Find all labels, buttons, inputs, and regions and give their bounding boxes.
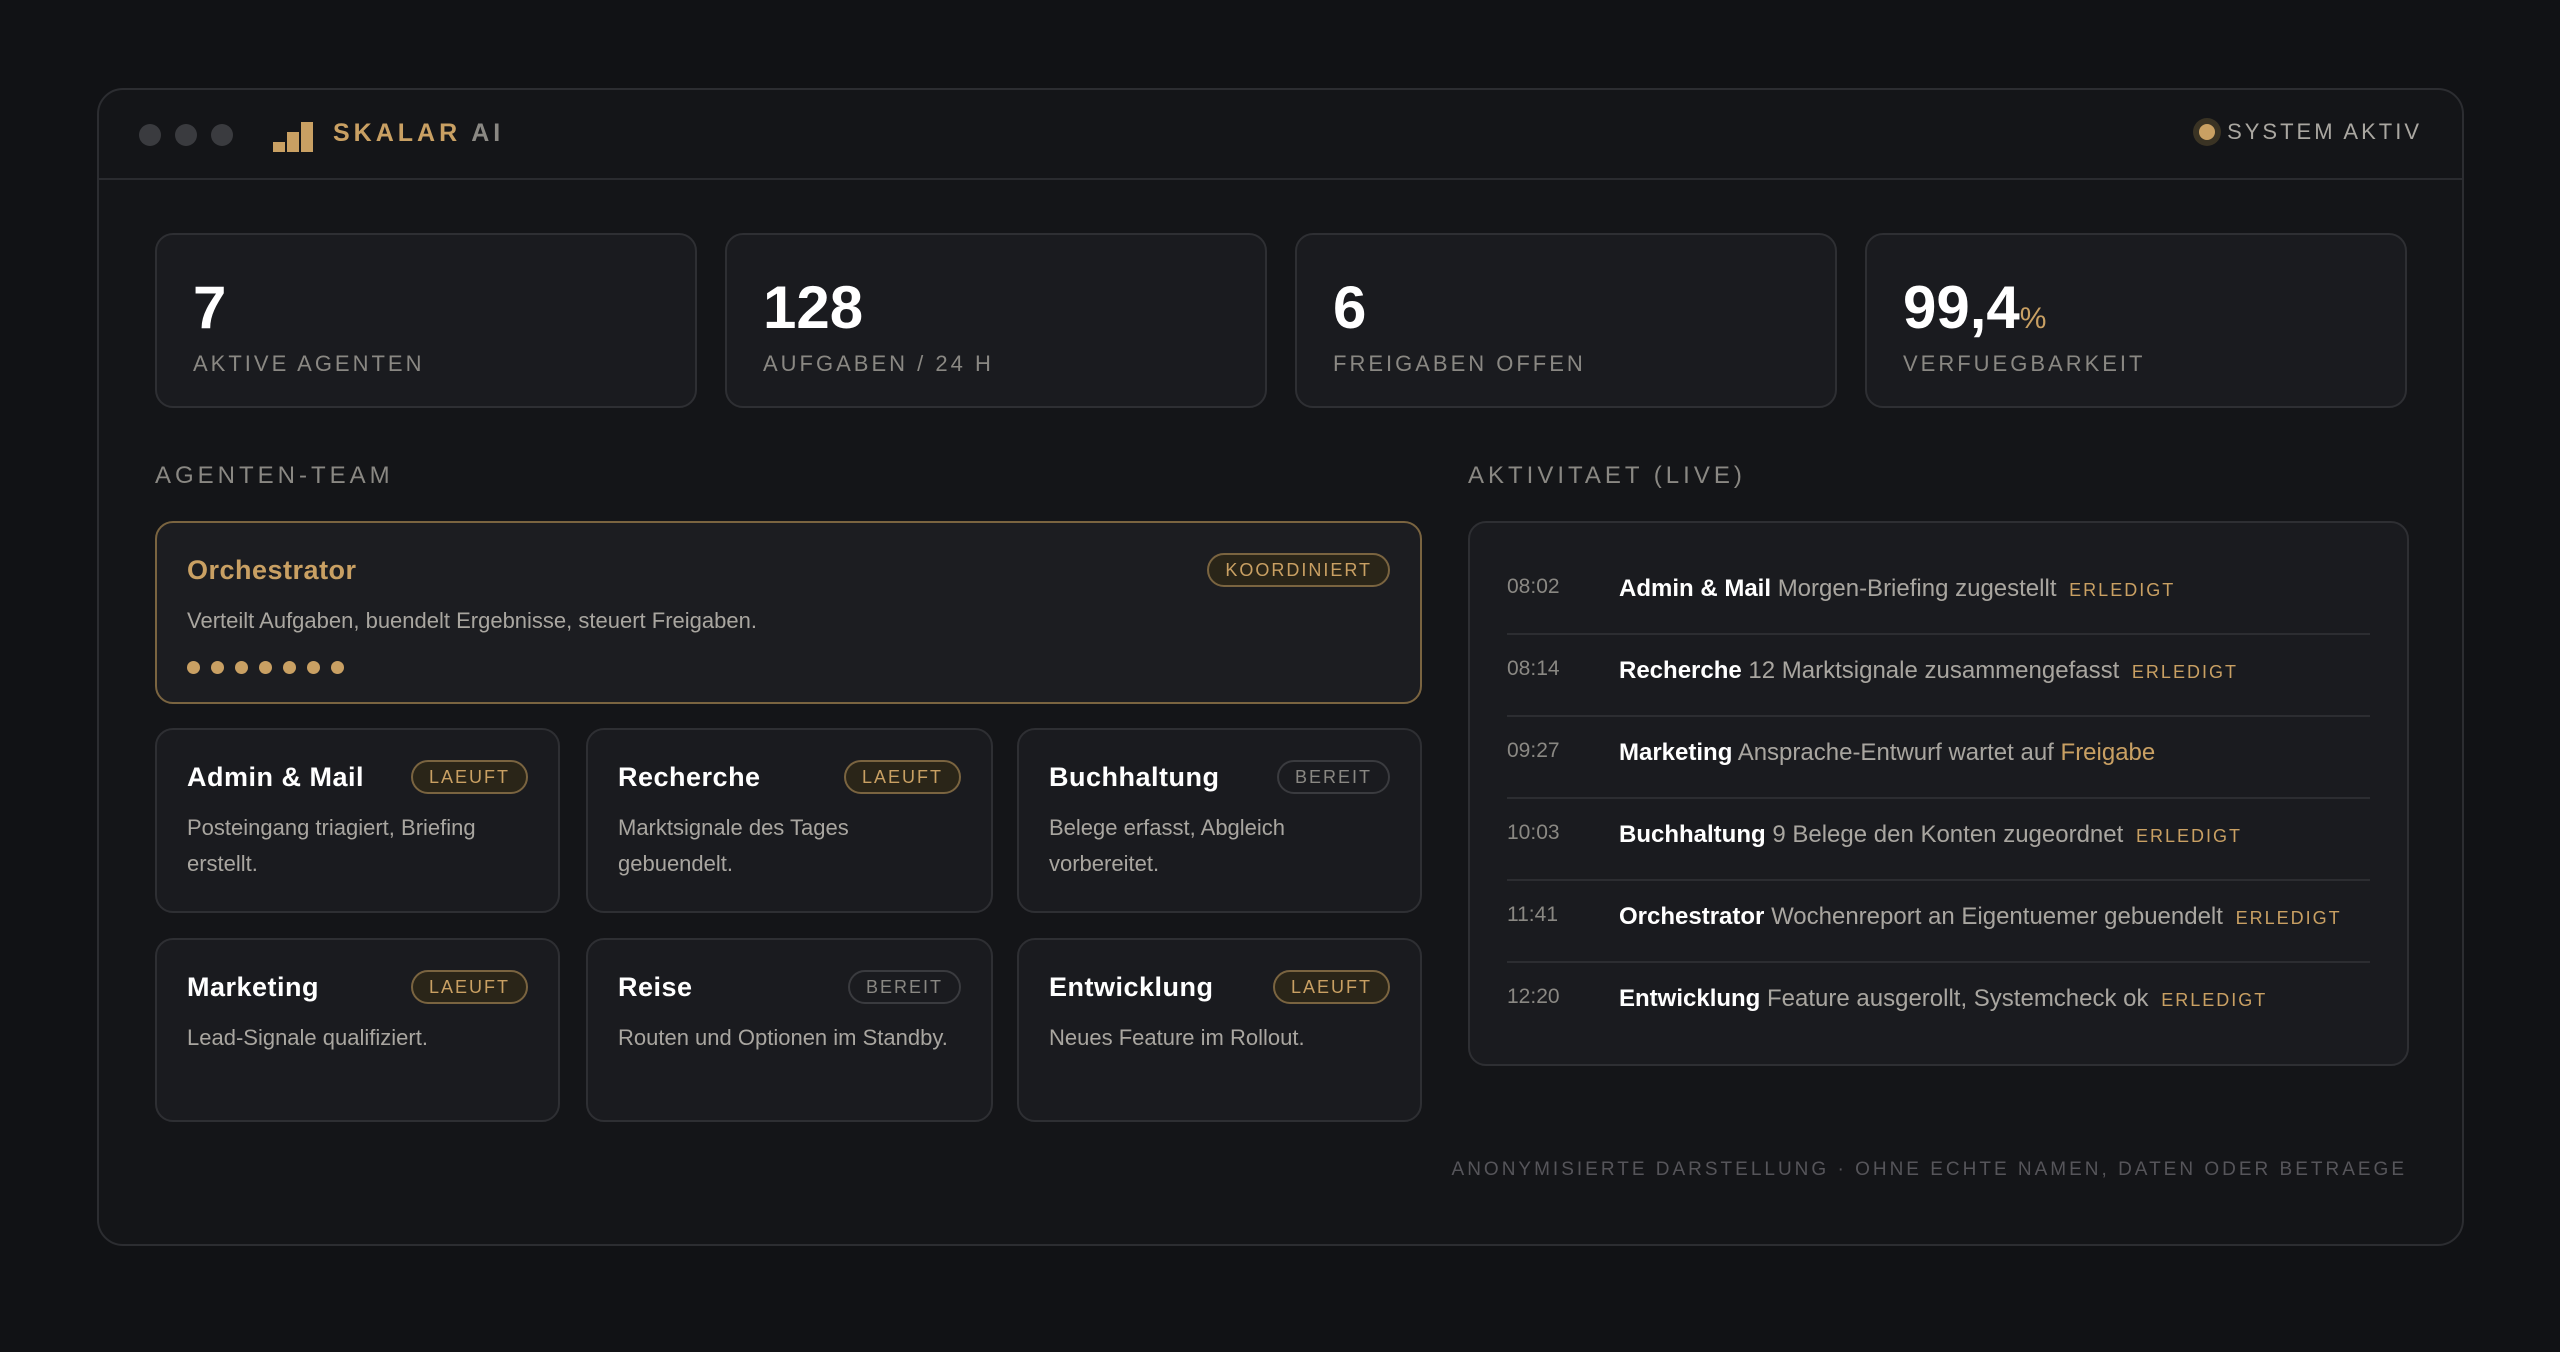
activity-text: Entwicklung Feature ausgerollt, Systemch… xyxy=(1619,985,2268,1012)
agent-description: Neues Feature im Rollout. xyxy=(1049,1025,1305,1050)
app-window: SKALAR AI SYSTEM AKTIV 7 AKTIVE AGENTEN … xyxy=(97,88,2464,1246)
status-badge: BEREIT xyxy=(1276,760,1390,794)
stat-label: AUFGABEN / 24 H xyxy=(763,351,994,376)
agent-description: Lead-Signale qualifiziert. xyxy=(187,1025,428,1050)
agent-card-entwicklung[interactable]: Entwicklung LAEUFT Neues Feature im Roll… xyxy=(1017,938,1422,1122)
stat-card-tasks: 128 AUFGABEN / 24 H xyxy=(725,233,1267,408)
status-indicator-icon xyxy=(2193,118,2222,146)
activity-text: Admin & Mail Morgen-Briefing zugestellt … xyxy=(1619,575,2176,602)
agent-description: Marktsignale des Tages gebuendelt. xyxy=(618,815,849,876)
agent-description: Posteingang triagiert, Briefing erstellt… xyxy=(187,815,476,876)
status-badge: LAEUFT xyxy=(843,760,961,794)
agent-card-reise[interactable]: Reise BEREIT Routen und Optionen im Stan… xyxy=(586,938,993,1122)
agent-card-admin-mail[interactable]: Admin & Mail LAEUFT Posteingang triagier… xyxy=(155,728,560,913)
stat-value: 6 xyxy=(1333,274,1367,341)
stat-card-approvals: 6 FREIGABEN OFFEN xyxy=(1295,233,1837,408)
stat-value: 99,4% xyxy=(1903,274,2047,341)
brand-name: SKALAR AI xyxy=(333,119,505,147)
status-badge: BEREIT xyxy=(847,970,961,1004)
status-badge: KOORDINIERT xyxy=(1207,553,1390,587)
stat-label: VERFUEGBARKEIT xyxy=(1903,351,2146,376)
status-text: SYSTEM AKTIV xyxy=(2227,119,2422,144)
agent-name: Entwicklung xyxy=(1049,972,1214,1002)
window-close-button[interactable] xyxy=(139,124,161,146)
agent-name: Reise xyxy=(618,972,693,1002)
activity-time: 08:02 xyxy=(1507,575,1560,598)
footer-note: ANONYMISIERTE DARSTELLUNG · OHNE ECHTE N… xyxy=(1451,1159,2407,1180)
activity-time: 11:41 xyxy=(1507,903,1558,926)
activity-text: Marketing Ansprache-Entwurf wartet auf F… xyxy=(1619,739,2156,766)
activity-time: 10:03 xyxy=(1507,821,1560,844)
stat-value: 128 xyxy=(763,274,864,341)
activity-item: 08:02 Admin & Mail Morgen-Briefing zuges… xyxy=(1507,553,2370,635)
activity-item: 08:14 Recherche 12 Marktsignale zusammen… xyxy=(1507,635,2370,717)
stat-card-active-agents: 7 AKTIVE AGENTEN xyxy=(155,233,697,408)
activity-time: 09:27 xyxy=(1507,739,1560,762)
agent-name: Buchhaltung xyxy=(1049,762,1220,792)
agent-description: Routen und Optionen im Standby. xyxy=(618,1025,948,1050)
system-status: SYSTEM AKTIV xyxy=(2193,118,2422,146)
window-maximize-button[interactable] xyxy=(211,124,233,146)
agent-name: Admin & Mail xyxy=(187,762,365,792)
status-badge: LAEUFT xyxy=(410,970,528,1004)
connected-agents-dots xyxy=(187,661,344,674)
activity-item: 09:27 Marketing Ansprache-Entwurf wartet… xyxy=(1507,717,2370,799)
activity-time: 08:14 xyxy=(1507,657,1560,680)
approval-link[interactable]: Freigabe xyxy=(2061,739,2156,766)
agent-card-marketing[interactable]: Marketing LAEUFT Lead-Signale qualifizie… xyxy=(155,938,560,1122)
activity-text: Buchhaltung 9 Belege den Konten zugeordn… xyxy=(1619,821,2242,848)
activity-section-title: AKTIVITAET (LIVE) xyxy=(1468,462,1746,489)
activity-item: 10:03 Buchhaltung 9 Belege den Konten zu… xyxy=(1507,799,2370,881)
status-badge: LAEUFT xyxy=(410,760,528,794)
agent-description: Verteilt Aufgaben, buendelt Ergebnisse, … xyxy=(187,608,757,633)
team-section-title: AGENTEN-TEAM xyxy=(155,462,394,489)
bar-chart-logo-icon xyxy=(273,120,315,152)
agent-card-recherche[interactable]: Recherche LAEUFT Marktsignale des Tages … xyxy=(586,728,993,913)
activity-text: Recherche 12 Marktsignale zusammengefass… xyxy=(1619,657,2238,684)
activity-feed: 08:02 Admin & Mail Morgen-Briefing zuges… xyxy=(1468,521,2409,1066)
stat-value: 7 xyxy=(193,274,227,341)
window-minimize-button[interactable] xyxy=(175,124,197,146)
agent-name: Marketing xyxy=(187,972,320,1002)
activity-text: Orchestrator Wochenreport an Eigentuemer… xyxy=(1619,903,2342,930)
stat-label: AKTIVE AGENTEN xyxy=(193,351,425,376)
title-bar: SKALAR AI SYSTEM AKTIV xyxy=(99,90,2462,180)
activity-item: 11:41 Orchestrator Wochenreport an Eigen… xyxy=(1507,881,2370,963)
status-badge: LAEUFT xyxy=(1272,970,1390,1004)
stat-card-availability: 99,4% VERFUEGBARKEIT xyxy=(1865,233,2407,408)
agent-description: Belege erfasst, Abgleich vorbereitet. xyxy=(1049,815,1286,876)
agent-name: Orchestrator xyxy=(187,555,357,585)
activity-time: 12:20 xyxy=(1507,985,1560,1008)
agent-card-buchhaltung[interactable]: Buchhaltung BEREIT Belege erfasst, Abgle… xyxy=(1017,728,1422,913)
agent-name: Recherche xyxy=(618,762,761,792)
stat-label: FREIGABEN OFFEN xyxy=(1333,351,1586,376)
agent-card-orchestrator[interactable]: Orchestrator KOORDINIERT Verteilt Aufgab… xyxy=(155,521,1422,704)
activity-item: 12:20 Entwicklung Feature ausgerollt, Sy… xyxy=(1507,963,2370,1045)
